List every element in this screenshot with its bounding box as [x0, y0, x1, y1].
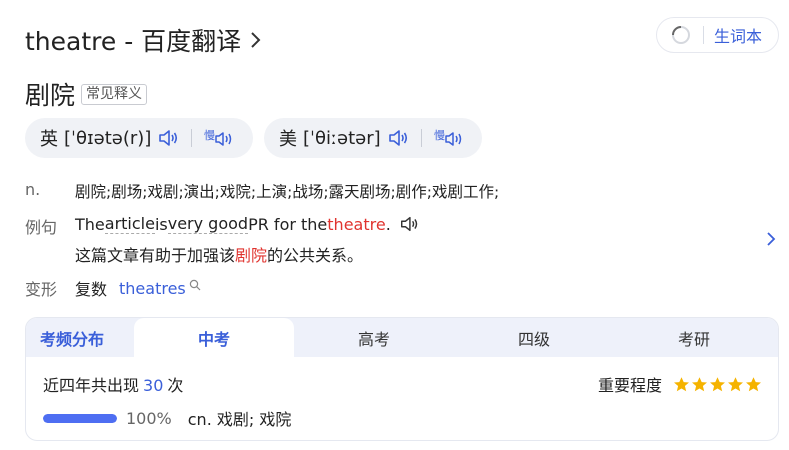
search-icon[interactable] [189, 279, 201, 291]
slow-speaker-icon[interactable]: 慢 [204, 126, 236, 150]
tab-kaoyan[interactable]: 考研 [614, 318, 774, 357]
progress-bar-fill [43, 413, 117, 423]
definition-row: n. 剧院;剧场;戏剧;演出;戏院;上演;战场;露天剧场;剧作;戏剧工作; [25, 180, 499, 202]
slow-speaker-icon[interactable]: 慢 [434, 126, 466, 150]
svg-text:慢: 慢 [434, 129, 445, 142]
stat-prefix: 近四年共出现 [43, 376, 140, 395]
distribution-row: 100% cn. 戏剧; 戏院 [43, 406, 291, 430]
speaker-icon[interactable] [387, 127, 409, 149]
divider [191, 129, 193, 147]
word-forms-row: 变形 复数 theatres [25, 276, 201, 300]
example-text: The [75, 214, 105, 234]
example-phrase-very-good[interactable]: very good [167, 214, 249, 234]
example-text: 这篇文章有助于加强该 [75, 246, 236, 265]
divider [703, 26, 704, 44]
definition-text: 剧院;剧场;戏剧;演出;戏院;上演;战场;露天剧场;剧作;戏剧工作; [75, 183, 500, 201]
speaker-icon[interactable] [157, 127, 179, 149]
star-icon [746, 376, 761, 391]
stat-suffix: 次 [167, 376, 184, 395]
star-icon [710, 376, 725, 391]
star-rating [672, 376, 762, 393]
example-text: is [154, 214, 168, 234]
example-text: PR for the [248, 214, 328, 234]
pronunciation-label: 美 [279, 129, 297, 150]
pronunciation-label: 英 [40, 129, 58, 150]
form-type: 复数 [75, 280, 108, 299]
vocabulary-book-button[interactable]: 生词本 [656, 17, 779, 53]
example-highlight-word: 剧院 [235, 246, 268, 265]
exam-tabs: 考频分布 中考 高考 四级 考研 [26, 318, 778, 357]
form-entry: 复数 theatres [75, 276, 201, 300]
tab-frequency-distribution: 考频分布 [40, 329, 105, 349]
occurrence-stat: 近四年共出现 30 次 [43, 372, 183, 396]
next-example-chevron-icon[interactable] [764, 229, 778, 249]
phonetic-text: [ˈθɪətə(r)] [64, 127, 152, 149]
example-word-article[interactable]: article [104, 214, 155, 234]
pronunciation-uk: 英 [ˈθɪətə(r)] 慢 [25, 118, 253, 158]
example-key: 例句 [25, 218, 58, 237]
common-meaning-tag: 常见释义 [81, 83, 148, 105]
loading-spinner-icon [672, 26, 690, 44]
star-icon [674, 376, 689, 391]
example-text: 的公共关系。 [267, 246, 364, 265]
forms-key: 变形 [25, 280, 58, 299]
result-card: theatre - 百度翻译 生词本 剧院 常见释义 英 [ˈθɪətə(r)]… [0, 0, 789, 450]
example-chinese: 这篇文章有助于加强该剧院的公共关系。 [75, 242, 419, 266]
example-content: The article is very good PR for the thea… [75, 214, 419, 266]
example-text: . [385, 214, 391, 234]
divider [420, 129, 422, 147]
svg-text:慢: 慢 [204, 129, 215, 142]
importance-rating: 重要程度 [598, 372, 762, 396]
phonetic-text: [ˈθiːətər] [303, 127, 381, 149]
page-title: theatre - 百度翻译 [25, 27, 242, 56]
example-row: 例句 The article is very good PR for the t… [25, 214, 419, 266]
example-highlight-word: theatre [327, 214, 386, 234]
headword: 剧院 [25, 81, 76, 110]
exam-frequency-panel: 考频分布 中考 高考 四级 考研 近四年共出现 30 次 重要程度 100% cn.… [25, 317, 779, 441]
part-of-speech: n. [25, 180, 41, 199]
result-title-link[interactable]: theatre - 百度翻译 [25, 22, 263, 58]
star-icon [692, 376, 707, 391]
word-heading: 剧院 常见释义 [25, 76, 148, 112]
example-english: The article is very good PR for the thea… [75, 214, 419, 234]
vocabulary-book-label: 生词本 [714, 27, 763, 46]
tab-cet4[interactable]: 四级 [454, 318, 614, 357]
plural-form-link[interactable]: theatres [119, 279, 186, 298]
stat-count: 30 [143, 376, 164, 395]
distribution-meaning: cn. 戏剧; 戏院 [187, 410, 292, 429]
tab-zhongkao[interactable]: 中考 [134, 318, 294, 357]
pronunciation-us: 美 [ˈθiːətər] 慢 [264, 118, 482, 158]
speaker-icon[interactable] [399, 214, 419, 234]
tab-gaokao[interactable]: 高考 [294, 318, 454, 357]
distribution-percent: 100% [126, 408, 172, 428]
chevron-right-icon [251, 32, 261, 48]
importance-label: 重要程度 [597, 376, 662, 395]
progress-bar [43, 413, 117, 423]
star-icon [728, 376, 743, 391]
